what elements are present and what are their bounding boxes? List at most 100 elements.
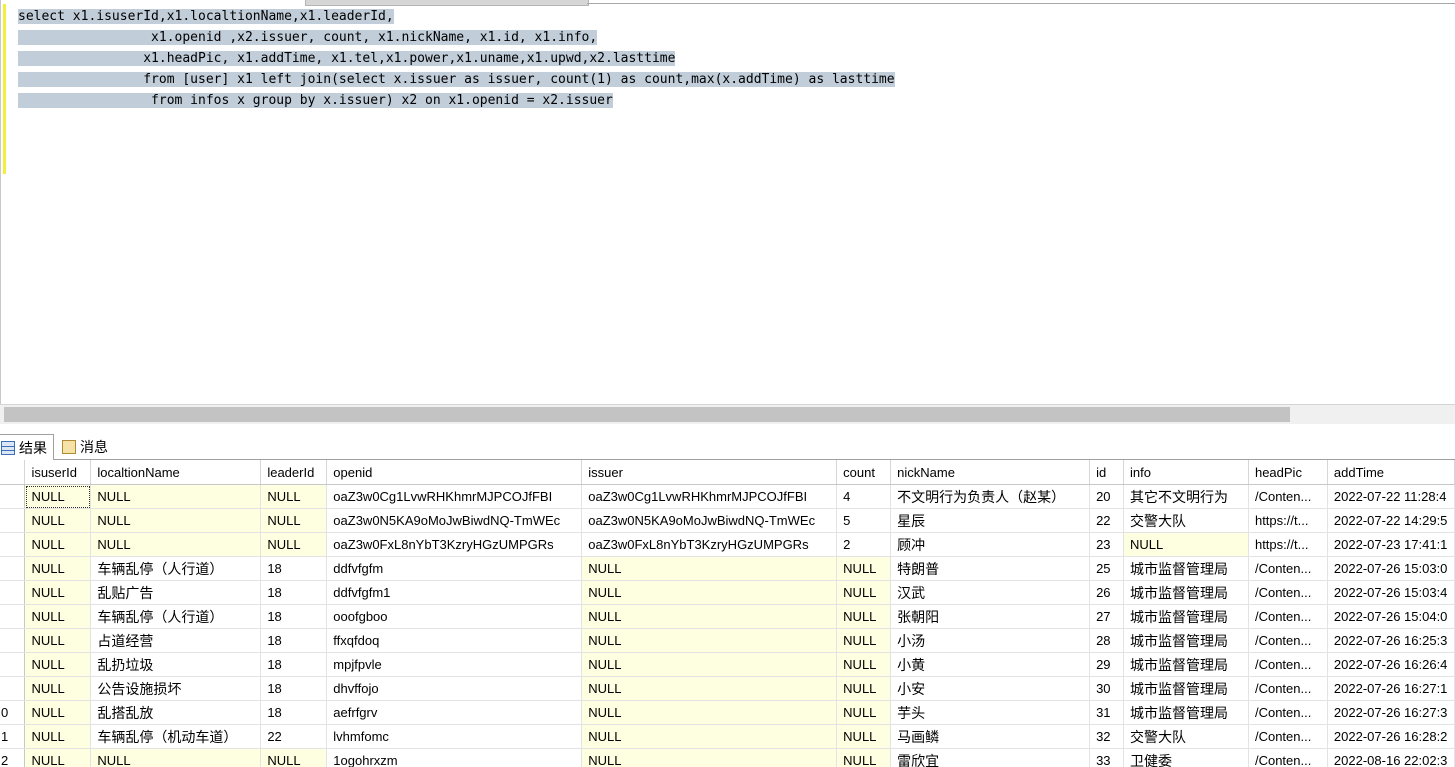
table-cell[interactable]: 2022-07-26 15:04:0 — [1327, 604, 1455, 629]
scrollbar-thumb[interactable] — [4, 407, 1290, 422]
table-cell[interactable]: 28 — [1089, 628, 1125, 653]
table-cell[interactable]: /Conten... — [1248, 604, 1328, 629]
table-cell[interactable]: NULL — [836, 652, 892, 677]
table-cell[interactable]: 2022-07-23 17:41:1 — [1327, 532, 1455, 557]
table-cell[interactable]: /Conten... — [1248, 580, 1328, 605]
tab-messages[interactable]: 消息 — [58, 434, 112, 460]
table-cell[interactable]: 小安 — [890, 676, 1091, 701]
row-number[interactable] — [0, 508, 26, 533]
table-cell[interactable]: 2022-07-26 16:27:1 — [1327, 676, 1455, 701]
table-cell[interactable]: 4 — [836, 484, 892, 509]
column-header[interactable]: nickName — [890, 460, 1091, 485]
table-cell[interactable]: 城市监督管理局 — [1123, 676, 1249, 701]
column-header[interactable]: addTime — [1327, 460, 1455, 485]
table-cell[interactable]: 汉武 — [890, 580, 1091, 605]
table-cell[interactable]: 18 — [260, 652, 328, 677]
table-cell[interactable]: NULL — [581, 580, 838, 605]
table-cell[interactable]: NULL — [24, 580, 92, 605]
table-cell[interactable]: NULL — [24, 724, 92, 749]
table-row[interactable]: NULL NULL NULL oaZ3w0FxL8nYbT3KzryHGzUMPGRs… — [0, 532, 1455, 557]
table-cell[interactable]: 2022-07-26 16:26:4 — [1327, 652, 1455, 677]
table-cell[interactable]: 城市监督管理局 — [1123, 628, 1249, 653]
table-cell[interactable]: 乱扔垃圾 — [90, 652, 262, 677]
table-cell[interactable]: /Conten... — [1248, 556, 1328, 581]
column-header[interactable]: count — [836, 460, 892, 485]
row-number[interactable] — [0, 532, 26, 557]
table-cell[interactable]: 马画鳞 — [890, 724, 1091, 749]
table-cell[interactable]: 2022-07-26 15:03:4 — [1327, 580, 1455, 605]
table-cell[interactable]: 其它不文明行为 — [1123, 484, 1249, 509]
column-header[interactable]: headPic — [1248, 460, 1328, 485]
table-cell[interactable]: 18 — [260, 580, 328, 605]
column-header[interactable]: info — [1123, 460, 1249, 485]
editor-horizontal-scrollbar[interactable] — [0, 404, 1455, 424]
table-cell[interactable]: 卫健委 — [1123, 748, 1249, 767]
table-cell[interactable]: 18 — [260, 700, 328, 725]
table-cell[interactable]: 车辆乱停（机动车道） — [90, 724, 262, 749]
tab-results[interactable]: 结果 — [0, 434, 54, 460]
sql-code[interactable]: select x1.isuserId,x1.localtionName,x1.l… — [18, 6, 895, 111]
table-cell[interactable]: 小汤 — [890, 628, 1091, 653]
table-cell[interactable]: ooofgboo — [326, 604, 583, 629]
table-cell[interactable]: oaZ3w0Cg1LvwRHKhmrMJPCOJfFBI — [326, 484, 583, 509]
table-cell[interactable]: 22 — [260, 724, 328, 749]
table-cell[interactable]: mpjfpvle — [326, 652, 583, 677]
query-editor[interactable]: select x1.isuserId,x1.localtionName,x1.l… — [0, 0, 1455, 404]
table-cell[interactable]: NULL — [260, 484, 328, 509]
table-cell[interactable]: NULL — [581, 676, 838, 701]
row-number[interactable] — [0, 676, 26, 701]
table-row[interactable]: NULL NULL NULL oaZ3w0Cg1LvwRHKhmrMJPCOJfFBI… — [0, 484, 1455, 509]
table-cell[interactable]: NULL — [90, 532, 262, 557]
table-cell[interactable]: /Conten... — [1248, 748, 1328, 767]
table-row[interactable]: NULL 公告设施损坏 18 dhvffojo NULL NULL 小安 30 城市监督管理局 /… — [0, 676, 1455, 701]
table-cell[interactable]: 乱贴广告 — [90, 580, 262, 605]
table-cell[interactable]: NULL — [24, 532, 92, 557]
table-cell[interactable]: NULL — [24, 484, 92, 509]
table-cell[interactable]: ddfvfgfm1 — [326, 580, 583, 605]
table-cell[interactable]: NULL — [90, 508, 262, 533]
table-cell[interactable]: ffxqfdoq — [326, 628, 583, 653]
table-cell[interactable]: NULL — [24, 508, 92, 533]
table-cell[interactable]: NULL — [836, 604, 892, 629]
table-cell[interactable]: 2022-08-16 22:02:3 — [1327, 748, 1455, 767]
table-cell[interactable]: 特朗普 — [890, 556, 1091, 581]
table-cell[interactable]: NULL — [24, 556, 92, 581]
table-row[interactable]: NULL 车辆乱停（人行道） 18 ddfvfgfm NULL NULL 特朗普 25 城市监督… — [0, 556, 1455, 581]
row-number[interactable] — [0, 580, 26, 605]
table-cell[interactable]: 车辆乱停（人行道） — [90, 604, 262, 629]
table-cell[interactable]: 城市监督管理局 — [1123, 604, 1249, 629]
table-cell[interactable]: 乱搭乱放 — [90, 700, 262, 725]
table-cell[interactable]: NULL — [836, 628, 892, 653]
table-cell[interactable]: 城市监督管理局 — [1123, 580, 1249, 605]
table-cell[interactable]: 公告设施损坏 — [90, 676, 262, 701]
table-cell[interactable]: NULL — [90, 484, 262, 509]
table-cell[interactable]: 占道经营 — [90, 628, 262, 653]
table-cell[interactable]: oaZ3w0N5KA9oMoJwBiwdNQ-TmWEc — [581, 508, 838, 533]
table-cell[interactable]: 星辰 — [890, 508, 1091, 533]
table-cell[interactable]: 30 — [1089, 676, 1125, 701]
table-cell[interactable]: 2022-07-26 16:27:3 — [1327, 700, 1455, 725]
table-cell[interactable]: 2022-07-22 11:28:4 — [1327, 484, 1455, 509]
table-cell[interactable]: 25 — [1089, 556, 1125, 581]
table-cell[interactable]: NULL — [24, 652, 92, 677]
table-cell[interactable]: NULL — [836, 700, 892, 725]
table-cell[interactable]: 小黄 — [890, 652, 1091, 677]
table-cell[interactable]: 雷欣宜 — [890, 748, 1091, 767]
table-cell[interactable]: NULL — [581, 556, 838, 581]
table-cell[interactable]: lvhmfomc — [326, 724, 583, 749]
table-cell[interactable]: 23 — [1089, 532, 1125, 557]
table-cell[interactable]: 18 — [260, 556, 328, 581]
table-cell[interactable]: NULL — [581, 604, 838, 629]
table-cell[interactable]: /Conten... — [1248, 700, 1328, 725]
table-cell[interactable]: aefrfgrv — [326, 700, 583, 725]
row-number[interactable] — [0, 628, 26, 653]
table-row[interactable]: 0 NULL 乱搭乱放 18 aefrfgrv NULL NULL 芋头 31 城市监督管理局/C… — [0, 700, 1455, 725]
column-header[interactable]: isuserId — [24, 460, 92, 485]
table-cell[interactable]: NULL — [24, 748, 92, 767]
table-cell[interactable]: 18 — [260, 628, 328, 653]
table-row[interactable]: NULL 占道经营 18 ffxqfdoq NULL NULL 小汤 28 城市监督管理局/C… — [0, 628, 1455, 653]
table-cell[interactable]: NULL — [836, 748, 892, 767]
table-cell[interactable]: NULL — [581, 628, 838, 653]
table-cell[interactable]: NULL — [24, 676, 92, 701]
table-cell[interactable]: https://t... — [1248, 532, 1328, 557]
